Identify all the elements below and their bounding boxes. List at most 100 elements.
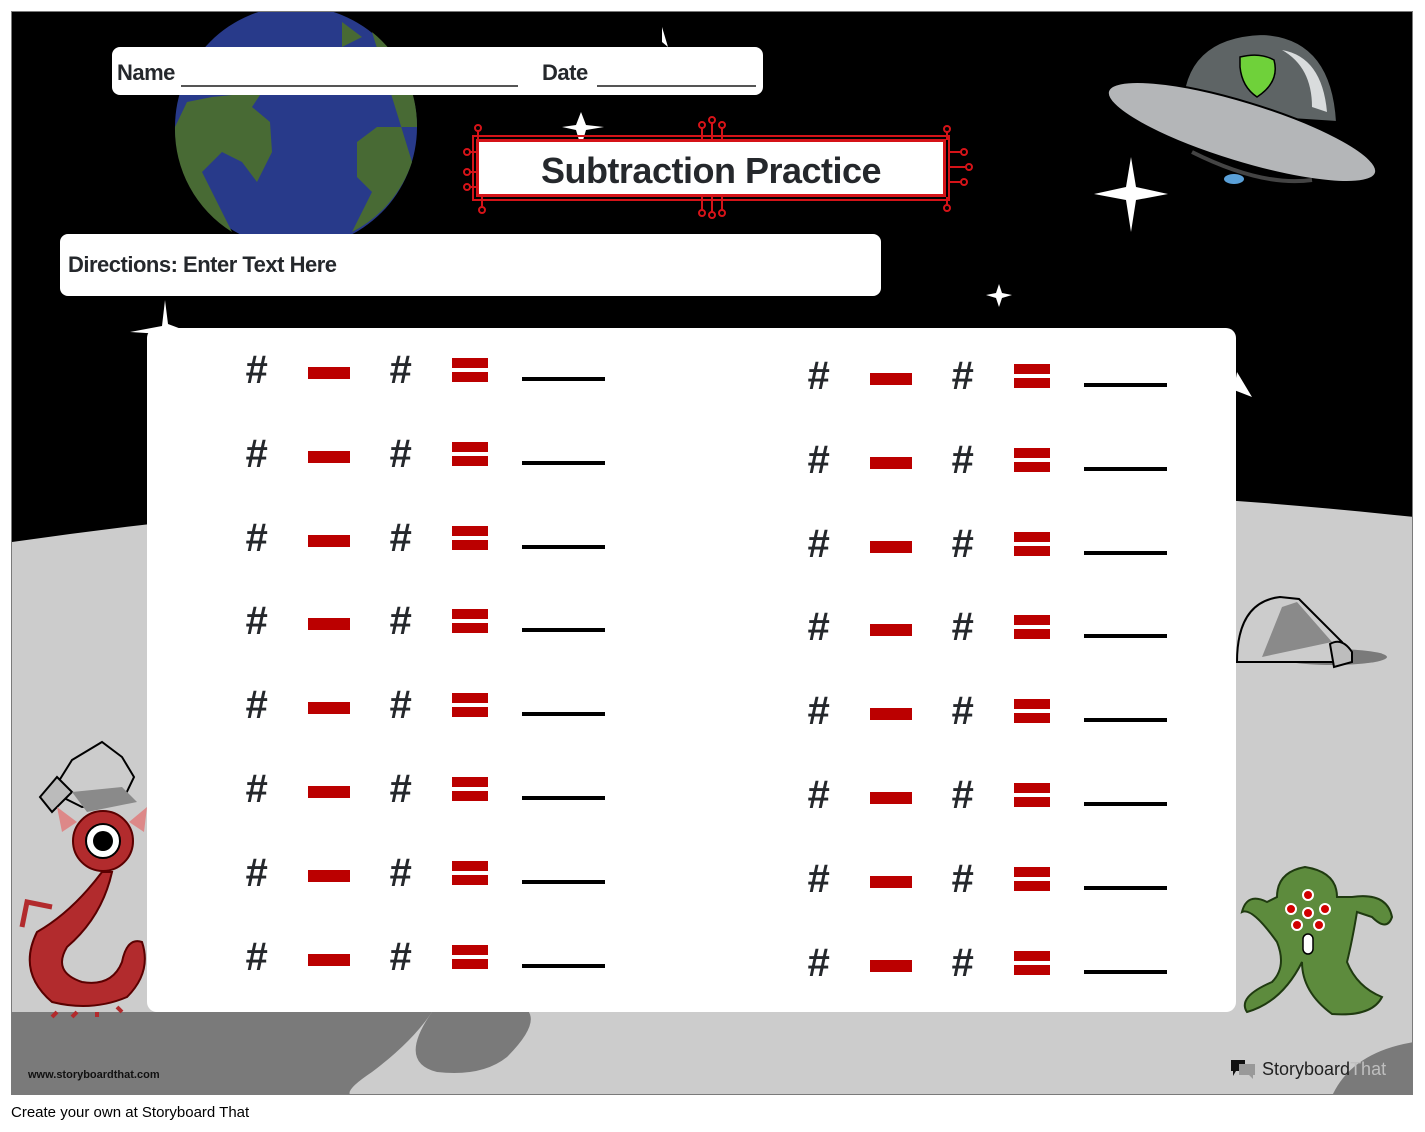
minus-icon — [870, 708, 912, 721]
minus-icon — [308, 534, 350, 547]
operand-placeholder: # — [389, 767, 412, 811]
equals-icon — [452, 525, 488, 554]
problem-row-left-8: # # — [245, 937, 645, 987]
minus-icon — [870, 456, 912, 469]
speech-bubbles-icon — [1231, 1060, 1255, 1079]
equals-icon — [452, 609, 488, 637]
page-title: Subtraction Practice — [540, 150, 882, 191]
directions-panel: Directions: Enter Text Here — [60, 234, 881, 296]
footer-link[interactable]: Create your own at Storyboard That — [11, 1104, 249, 1121]
operand-placeholder: # — [245, 683, 268, 728]
equals-icon — [452, 358, 488, 386]
problem-row-left-3: # # — [245, 518, 645, 568]
equals-icon — [1014, 866, 1050, 895]
operand-placeholder: # — [807, 437, 830, 482]
problems-panel: # # # # # # # # # # # # # # # # # # # # # # # # # # # # # # # # — [147, 328, 1236, 1012]
operand-placeholder: # — [245, 348, 268, 392]
name-label: Name — [117, 60, 175, 85]
operand-placeholder: # — [389, 515, 412, 560]
minus-icon — [308, 450, 350, 463]
operand-placeholder: # — [389, 683, 412, 728]
operand-placeholder: # — [807, 940, 830, 985]
operand-placeholder: # — [951, 605, 974, 650]
equals-icon — [1014, 447, 1050, 476]
operand-placeholder: # — [807, 856, 830, 901]
operand-placeholder: # — [951, 856, 974, 901]
answer-blank[interactable] — [522, 628, 605, 633]
equals-icon — [1014, 531, 1050, 560]
minus-icon — [870, 624, 912, 637]
operand-placeholder: # — [951, 689, 974, 734]
problem-row-right-6: # # — [807, 775, 1207, 825]
minus-icon — [308, 869, 350, 882]
minus-icon — [308, 786, 350, 798]
equals-icon — [452, 944, 488, 973]
minus-icon — [308, 702, 350, 715]
answer-blank[interactable] — [522, 879, 605, 884]
problem-row-right-5: # # — [807, 691, 1207, 741]
operand-placeholder: # — [951, 773, 974, 817]
minus-icon — [308, 953, 350, 966]
answer-blank[interactable] — [1084, 885, 1167, 890]
problem-row-left-7: # # — [245, 853, 645, 903]
minus-icon — [870, 959, 912, 972]
answer-blank[interactable] — [1084, 466, 1167, 471]
equals-icon — [1014, 364, 1050, 392]
operand-placeholder: # — [245, 934, 268, 979]
operand-placeholder: # — [389, 934, 412, 979]
equals-icon — [1014, 615, 1050, 643]
equals-icon — [1014, 783, 1050, 811]
directions-text[interactable]: Directions: Enter Text Here — [68, 252, 337, 278]
answer-blank[interactable] — [1084, 802, 1167, 806]
problem-row-left-4: # # — [245, 601, 645, 651]
name-date-panel: Name Date — [112, 47, 763, 95]
answer-blank[interactable] — [522, 377, 605, 381]
logo-word-storyboard: Storyboard — [1262, 1058, 1351, 1079]
ufo — [1106, 32, 1378, 184]
equals-icon — [452, 441, 488, 470]
problem-row-right-4: # # — [807, 607, 1207, 657]
answer-blank[interactable] — [522, 712, 605, 717]
minus-icon — [308, 367, 350, 379]
answer-blank[interactable] — [1084, 550, 1167, 555]
operand-placeholder: # — [807, 773, 830, 817]
operand-placeholder: # — [245, 431, 268, 476]
operand-placeholder: # — [245, 599, 268, 644]
operand-placeholder: # — [807, 605, 830, 650]
operand-placeholder: # — [951, 521, 974, 566]
worksheet-canvas: Name Date Subtraction Practice Direction… — [11, 11, 1413, 1095]
problem-row-left-5: # # — [245, 685, 645, 735]
operand-placeholder: # — [389, 599, 412, 644]
answer-blank[interactable] — [522, 460, 605, 465]
operand-placeholder: # — [389, 850, 412, 895]
problem-row-right-7: # # — [807, 859, 1207, 909]
date-field[interactable] — [597, 85, 756, 87]
problem-row-left-1: # # — [245, 350, 645, 400]
minus-icon — [870, 792, 912, 804]
name-field[interactable] — [181, 85, 518, 87]
answer-blank[interactable] — [522, 796, 605, 800]
answer-blank[interactable] — [1084, 634, 1167, 639]
storyboard-url: www.storyboardthat.com — [28, 1069, 160, 1081]
operand-placeholder: # — [245, 515, 268, 560]
equals-icon — [452, 693, 488, 721]
answer-blank[interactable] — [1084, 718, 1167, 723]
operand-placeholder: # — [389, 348, 412, 392]
problem-row-right-3: # # — [807, 524, 1207, 574]
storyboardthat-logo: Storyboard That — [1229, 1057, 1386, 1081]
operand-placeholder: # — [951, 354, 974, 398]
problem-row-right-8: # # — [807, 943, 1207, 993]
equals-icon — [1014, 950, 1050, 979]
answer-blank[interactable] — [1084, 383, 1167, 387]
answer-blank[interactable] — [1084, 969, 1167, 974]
operand-placeholder: # — [951, 437, 974, 482]
answer-blank[interactable] — [522, 544, 605, 549]
operand-placeholder: # — [807, 354, 830, 398]
title-banner: Subtraction Practice — [472, 135, 950, 201]
minus-icon — [870, 875, 912, 888]
operand-placeholder: # — [807, 689, 830, 734]
answer-blank[interactable] — [522, 963, 605, 968]
operand-placeholder: # — [245, 850, 268, 895]
problem-row-left-6: # # — [245, 769, 645, 819]
operand-placeholder: # — [807, 521, 830, 566]
